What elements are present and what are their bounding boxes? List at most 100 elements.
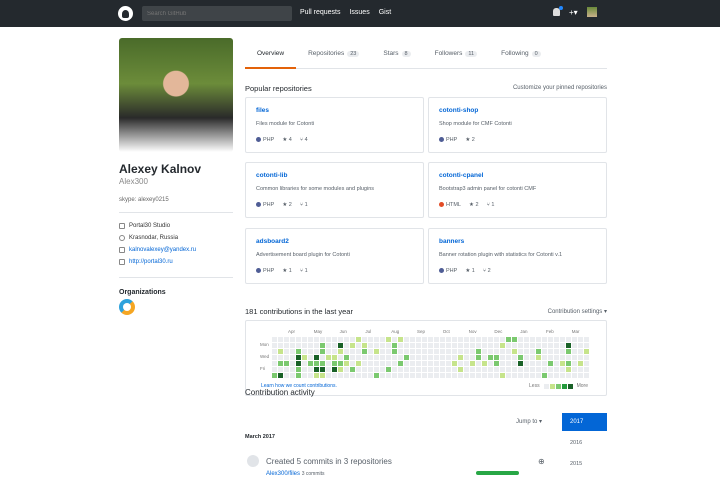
contribution-day[interactable]: [458, 349, 463, 354]
contribution-day[interactable]: [452, 367, 457, 372]
contribution-day[interactable]: [488, 355, 493, 360]
contribution-day[interactable]: [344, 361, 349, 366]
contribution-day[interactable]: [578, 343, 583, 348]
contribution-day[interactable]: [584, 367, 589, 372]
year-2016-link[interactable]: 2016: [570, 440, 582, 446]
contribution-day[interactable]: [356, 361, 361, 366]
contribution-day[interactable]: [308, 373, 313, 378]
contribution-day[interactable]: [320, 367, 325, 372]
repo-stars[interactable]: ★ 1: [282, 268, 292, 274]
repo-name-link[interactable]: banners: [439, 238, 464, 245]
contribution-day[interactable]: [332, 361, 337, 366]
contribution-day[interactable]: [272, 355, 277, 360]
contribution-day[interactable]: [332, 367, 337, 372]
contribution-day[interactable]: [386, 337, 391, 342]
contribution-day[interactable]: [314, 355, 319, 360]
contribution-day[interactable]: [524, 343, 529, 348]
contribution-day[interactable]: [374, 349, 379, 354]
activity-repo-link[interactable]: Alex300/files: [266, 471, 300, 477]
repo-forks[interactable]: ⑂ 1: [300, 202, 308, 208]
contribution-day[interactable]: [272, 361, 277, 366]
repo-name-link[interactable]: cotonti-shop: [439, 107, 478, 114]
contribution-day[interactable]: [446, 343, 451, 348]
contribution-day[interactable]: [578, 367, 583, 372]
contribution-day[interactable]: [458, 361, 463, 366]
contribution-day[interactable]: [314, 373, 319, 378]
contribution-day[interactable]: [458, 367, 463, 372]
contribution-day[interactable]: [410, 367, 415, 372]
contribution-day[interactable]: [302, 367, 307, 372]
contribution-day[interactable]: [338, 355, 343, 360]
organization-avatar[interactable]: [119, 299, 135, 315]
repo-name-link[interactable]: adsboard2: [256, 238, 289, 245]
contribution-day[interactable]: [326, 337, 331, 342]
contribution-day[interactable]: [428, 343, 433, 348]
contribution-day[interactable]: [296, 343, 301, 348]
contribution-day[interactable]: [302, 361, 307, 366]
contribution-day[interactable]: [344, 343, 349, 348]
contribution-day[interactable]: [290, 355, 295, 360]
contribution-day[interactable]: [572, 367, 577, 372]
contribution-day[interactable]: [584, 373, 589, 378]
contribution-day[interactable]: [296, 355, 301, 360]
contribution-day[interactable]: [584, 343, 589, 348]
contribution-day[interactable]: [356, 355, 361, 360]
contribution-day[interactable]: [326, 343, 331, 348]
contribution-day[interactable]: [500, 349, 505, 354]
contribution-day[interactable]: [464, 361, 469, 366]
contribution-day[interactable]: [476, 367, 481, 372]
contribution-day[interactable]: [524, 349, 529, 354]
contribution-day[interactable]: [536, 355, 541, 360]
contribution-day[interactable]: [374, 337, 379, 342]
contribution-day[interactable]: [338, 337, 343, 342]
contribution-day[interactable]: [320, 355, 325, 360]
contribution-day[interactable]: [578, 349, 583, 354]
repo-stars[interactable]: ★ 2: [469, 202, 479, 208]
contribution-day[interactable]: [470, 373, 475, 378]
contribution-day[interactable]: [566, 337, 571, 342]
repo-forks[interactable]: ⑂ 1: [487, 202, 495, 208]
contribution-day[interactable]: [332, 337, 337, 342]
contribution-day[interactable]: [272, 373, 277, 378]
nav-issues[interactable]: Issues: [349, 9, 369, 16]
contribution-day[interactable]: [362, 343, 367, 348]
contribution-day[interactable]: [356, 349, 361, 354]
contribution-day[interactable]: [434, 355, 439, 360]
contribution-day[interactable]: [566, 349, 571, 354]
contribution-day[interactable]: [362, 355, 367, 360]
contribution-day[interactable]: [518, 367, 523, 372]
contribution-day[interactable]: [464, 343, 469, 348]
contribution-day[interactable]: [380, 355, 385, 360]
contribution-day[interactable]: [272, 343, 277, 348]
contribution-day[interactable]: [482, 355, 487, 360]
contribution-day[interactable]: [428, 349, 433, 354]
year-2015-link[interactable]: 2015: [570, 461, 582, 467]
contribution-day[interactable]: [368, 367, 373, 372]
contribution-day[interactable]: [278, 361, 283, 366]
contribution-day[interactable]: [368, 349, 373, 354]
contribution-day[interactable]: [350, 355, 355, 360]
contribution-day[interactable]: [284, 373, 289, 378]
contribution-day[interactable]: [530, 349, 535, 354]
contribution-day[interactable]: [554, 367, 559, 372]
contribution-day[interactable]: [296, 349, 301, 354]
contribution-day[interactable]: [584, 355, 589, 360]
contribution-day[interactable]: [554, 373, 559, 378]
contribution-day[interactable]: [542, 367, 547, 372]
contribution-day[interactable]: [296, 337, 301, 342]
contribution-day[interactable]: [494, 355, 499, 360]
contribution-day[interactable]: [302, 373, 307, 378]
contribution-day[interactable]: [356, 373, 361, 378]
contribution-day[interactable]: [308, 337, 313, 342]
contribution-day[interactable]: [446, 337, 451, 342]
contribution-day[interactable]: [506, 361, 511, 366]
contribution-day[interactable]: [482, 367, 487, 372]
contribution-day[interactable]: [464, 373, 469, 378]
year-2017-button[interactable]: 2017: [562, 413, 607, 431]
contribution-day[interactable]: [434, 361, 439, 366]
contribution-day[interactable]: [566, 373, 571, 378]
contribution-day[interactable]: [278, 343, 283, 348]
contribution-day[interactable]: [374, 343, 379, 348]
contribution-day[interactable]: [548, 337, 553, 342]
contribution-day[interactable]: [338, 349, 343, 354]
